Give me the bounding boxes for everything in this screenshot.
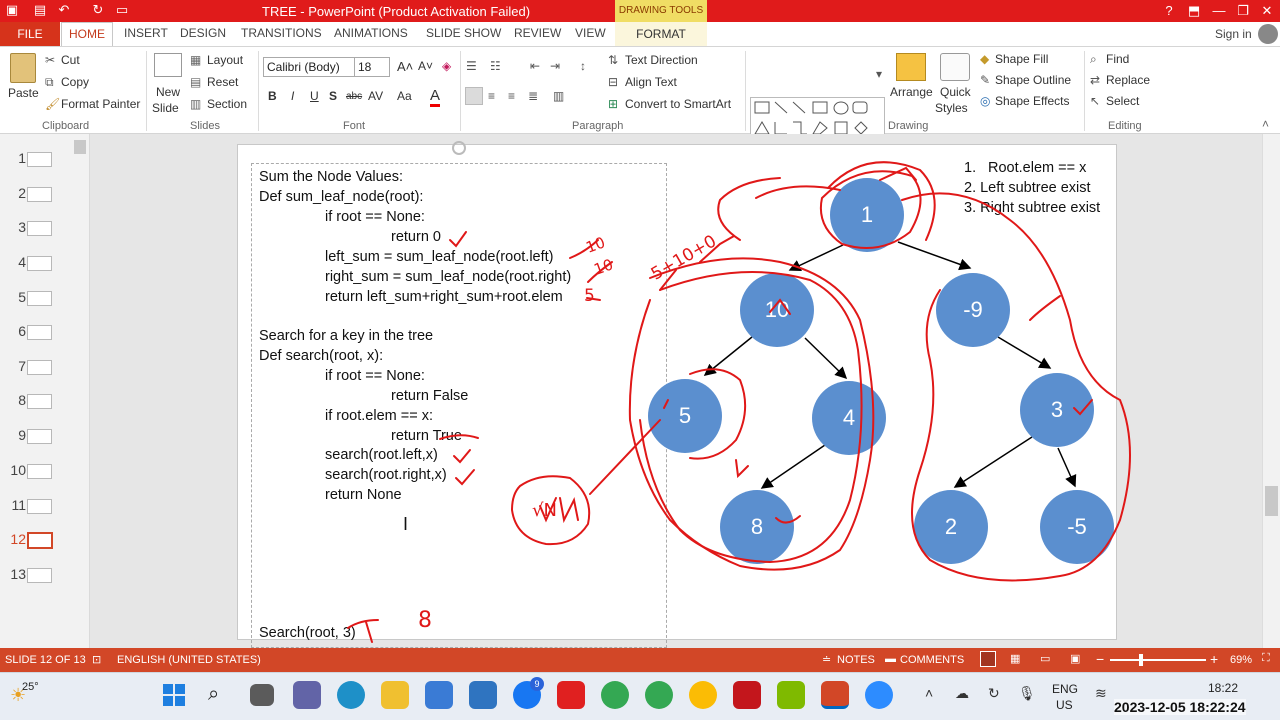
edge-icon[interactable] <box>337 681 365 709</box>
store-icon[interactable] <box>425 681 453 709</box>
chrome-icon[interactable] <box>601 681 629 709</box>
tree-edges <box>703 241 1077 489</box>
tree-node[interactable]: 1 <box>830 178 904 252</box>
chrome-alt-icon[interactable] <box>689 681 717 709</box>
wifi-icon[interactable]: ≋ <box>1095 685 1107 702</box>
teams-chat-icon[interactable] <box>293 681 321 709</box>
tree-node[interactable]: 4 <box>812 381 886 455</box>
office-apps-icon[interactable] <box>777 681 805 709</box>
weather-temp: 25° <box>22 681 39 693</box>
tree-node[interactable]: 2 <box>914 490 988 564</box>
taskbar: ☀ 25° ⌕ 9 ˄ ☁ ↻ 🎙 ENG US ≋ 18:22 2023-12… <box>0 672 1280 720</box>
onedrive-icon[interactable]: ☁ <box>955 685 969 702</box>
notes-icon: ≐ <box>822 654 832 666</box>
comments-icon: ▬ <box>885 653 896 665</box>
fit-slide-icon[interactable]: ⛶ <box>1262 652 1270 665</box>
zoom-out-icon[interactable]: − <box>1096 651 1104 667</box>
comments-button[interactable]: COMMENTS <box>900 654 964 666</box>
input-language[interactable]: ENG <box>1052 682 1078 696</box>
zoom-app-icon[interactable] <box>865 681 893 709</box>
ink-eight: 8 <box>418 608 432 633</box>
language-status[interactable]: ENGLISH (UNITED STATES) <box>117 654 261 666</box>
ink-five: 5 <box>584 286 595 306</box>
tree-node[interactable]: 3 <box>1020 373 1094 447</box>
zoom-slider[interactable] <box>1110 659 1206 661</box>
input-region[interactable]: US <box>1056 698 1073 712</box>
clock-time[interactable]: 18:22 <box>1208 681 1238 695</box>
recording-timestamp: 2023-12-05 18:22:24 <box>1114 699 1246 715</box>
notes-button[interactable]: NOTES <box>837 654 875 666</box>
powerpoint-taskbar-icon[interactable] <box>821 681 849 709</box>
slide-sorter-icon[interactable]: ▦ <box>1010 652 1020 665</box>
reading-view-icon[interactable]: ▭ <box>1040 652 1050 665</box>
chrome-profile-icon[interactable] <box>645 681 673 709</box>
search-icon[interactable]: ⌕ <box>208 683 219 706</box>
zoom-level[interactable]: 69% <box>1230 654 1252 666</box>
tree-node[interactable]: 10 <box>740 273 814 347</box>
slideshow-icon[interactable]: ▣ <box>1070 652 1080 665</box>
show-hidden-icons[interactable]: ˄ <box>925 685 933 701</box>
tree-node[interactable]: -9 <box>936 273 1010 347</box>
status-bar: SLIDE 12 OF 13 ⊡ ENGLISH (UNITED STATES)… <box>0 648 1280 672</box>
notification-badge: 9 <box>530 677 544 691</box>
file-explorer-icon[interactable] <box>381 681 409 709</box>
pdf-reader-icon[interactable] <box>733 681 761 709</box>
youtube-icon[interactable] <box>557 681 585 709</box>
mail-icon[interactable] <box>469 681 497 709</box>
slide-count: SLIDE 12 OF 13 <box>5 654 86 666</box>
tree-node[interactable]: 8 <box>720 490 794 564</box>
task-view-icon[interactable] <box>250 684 274 706</box>
normal-view-icon[interactable] <box>980 651 996 667</box>
tree-node[interactable]: -5 <box>1040 490 1114 564</box>
zoom-slider-thumb[interactable] <box>1139 654 1143 666</box>
tree-node[interactable]: 5 <box>648 379 722 453</box>
zoom-in-icon[interactable]: + <box>1210 651 1218 667</box>
ink-sqrt-n: √N <box>532 500 557 521</box>
spelling-icon[interactable]: ⊡ <box>92 653 101 666</box>
windows-start-icon[interactable] <box>160 681 188 709</box>
microphone-icon[interactable]: 🎙 <box>1018 685 1036 702</box>
refresh-icon[interactable]: ↻ <box>988 685 1000 702</box>
